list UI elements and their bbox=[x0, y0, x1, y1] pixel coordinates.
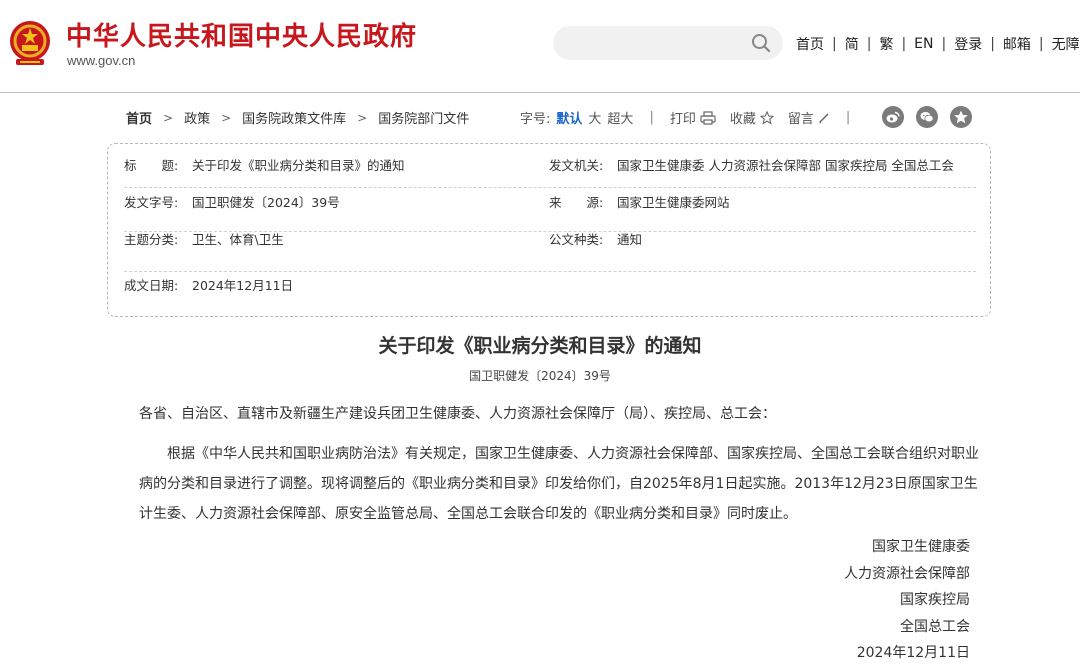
article-tools: 字号: 默认 大 超大 | 打印 收藏 留言 | bbox=[520, 108, 866, 127]
nav-simplified[interactable]: 简 bbox=[845, 34, 859, 54]
breadcrumb-policy-library[interactable]: 国务院政策文件库 bbox=[242, 108, 346, 127]
signature-issuer: 国家卫生健康委 bbox=[872, 539, 970, 555]
comment-button[interactable]: 留言 bbox=[788, 108, 830, 127]
breadcrumb-policy[interactable]: 政策 bbox=[184, 108, 210, 127]
nav-accessibility[interactable]: 无障碍 bbox=[1052, 34, 1080, 54]
font-size-default[interactable]: 默认 bbox=[556, 108, 582, 127]
breadcrumb-department-docs[interactable]: 国务院部门文件 bbox=[378, 108, 469, 127]
metadata-source: 来 源: 国家卫生健康委网站 bbox=[549, 189, 730, 217]
nav-separator: | bbox=[832, 36, 837, 52]
metadata-value: 通知 bbox=[617, 232, 643, 247]
metadata-docno: 发文字号: 国卫职健发〔2024〕39号 bbox=[124, 189, 340, 217]
metadata-label: 成文日期: bbox=[124, 278, 179, 293]
star-icon bbox=[759, 110, 774, 125]
metadata-label: 主题分类: bbox=[124, 232, 179, 247]
metadata-label: 标 题: bbox=[124, 158, 179, 173]
printer-icon bbox=[700, 110, 716, 125]
site-url[interactable]: www.gov.cn bbox=[67, 53, 135, 68]
metadata-value: 国卫职健发〔2024〕39号 bbox=[192, 195, 340, 210]
search-icon[interactable] bbox=[751, 33, 771, 53]
metadata-topic: 主题分类: 卫生、体育\卫生 bbox=[124, 226, 284, 254]
article-docno: 国卫职健发〔2024〕39号 bbox=[469, 369, 611, 383]
metadata-value: 关于印发《职业病分类和目录》的通知 bbox=[192, 158, 405, 173]
breadcrumb-home[interactable]: 首页 bbox=[126, 108, 152, 127]
site-header: 中华人民共和国中央人民政府 www.gov.cn 首页 | 简 | 繁 | EN… bbox=[0, 0, 1080, 93]
top-nav: 首页 | 简 | 繁 | EN | 登录 | 邮箱 | 无障碍 bbox=[796, 34, 1080, 54]
nav-separator: | bbox=[1038, 36, 1044, 52]
metadata-type: 公文种类: 通知 bbox=[549, 226, 642, 254]
font-size-large[interactable]: 大 bbox=[588, 108, 601, 127]
metadata-row: 标 题: 关于印发《职业病分类和目录》的通知 发文机关: 国家卫生健康委 人力资源社… bbox=[124, 152, 976, 188]
metadata-title: 标 题: 关于印发《职业病分类和目录》的通知 bbox=[124, 152, 405, 180]
article-salutation: 各省、自治区、直辖市及新疆生产建设兵团卫生健康委、人力资源社会保障厅（局）、疾控… bbox=[139, 406, 776, 422]
nav-separator: | bbox=[901, 36, 907, 52]
site-title[interactable]: 中华人民共和国中央人民政府 bbox=[66, 22, 417, 52]
weibo-share-icon[interactable] bbox=[882, 106, 904, 128]
chevron-right-icon: > bbox=[221, 110, 232, 125]
signature-date: 2024年12月11日 bbox=[856, 645, 970, 661]
nav-traditional[interactable]: 繁 bbox=[879, 34, 893, 54]
metadata-divider bbox=[124, 187, 976, 188]
print-label: 打印 bbox=[669, 112, 696, 127]
metadata-row: 主题分类: 卫生、体育\卫生 公文种类: 通知 bbox=[124, 226, 976, 262]
wechat-icon bbox=[920, 112, 934, 123]
comment-label: 留言 bbox=[787, 112, 814, 127]
metadata-value: 2024年12月11日 bbox=[192, 278, 294, 293]
font-size-label: 字号: bbox=[520, 112, 551, 127]
nav-login[interactable]: 登录 bbox=[954, 34, 982, 54]
tools-separator: | bbox=[845, 110, 851, 125]
breadcrumb: 首页 > 政策 > 国务院政策文件库 > 国务院部门文件 bbox=[126, 108, 469, 128]
metadata-date: 成文日期: 2024年12月11日 bbox=[124, 272, 293, 300]
nav-home[interactable]: 首页 bbox=[796, 34, 824, 54]
metadata-value: 卫生、体育\卫生 bbox=[192, 232, 284, 247]
signature-issuer: 全国总工会 bbox=[900, 618, 970, 635]
favorite-button[interactable]: 收藏 bbox=[730, 108, 774, 127]
search-input[interactable] bbox=[553, 26, 783, 60]
pencil-icon bbox=[819, 113, 829, 123]
metadata-issuer: 发文机关: 国家卫生健康委 人力资源社会保障部 国家疾控局 全国总工会 bbox=[549, 152, 954, 180]
nav-separator: | bbox=[941, 36, 947, 52]
nav-separator: | bbox=[866, 36, 872, 52]
signature-issuer: 人力资源社会保障部 bbox=[844, 565, 970, 582]
nav-english[interactable]: EN bbox=[914, 36, 933, 52]
metadata-label: 发文字号: bbox=[124, 195, 179, 210]
nav-separator: | bbox=[990, 36, 995, 52]
favorites-share-icon[interactable] bbox=[950, 106, 972, 128]
print-button[interactable]: 打印 bbox=[670, 108, 716, 127]
star-icon bbox=[954, 110, 968, 124]
metadata-label: 公文种类: bbox=[549, 232, 604, 247]
weibo-icon bbox=[886, 111, 900, 123]
metadata-label: 发文机关: bbox=[549, 158, 604, 173]
signature-issuer: 国家疾控局 bbox=[900, 592, 970, 608]
metadata-row: 成文日期: 2024年12月11日 bbox=[124, 272, 976, 308]
metadata-row: 发文字号: 国卫职健发〔2024〕39号 来 源: 国家卫生健康委网站 bbox=[124, 189, 976, 225]
tools-separator: | bbox=[649, 110, 654, 125]
wechat-share-icon[interactable] bbox=[916, 106, 938, 128]
article-title: 关于印发《职业病分类和目录》的通知 bbox=[378, 335, 702, 357]
metadata-value: 国家卫生健康委 人力资源社会保障部 国家疾控局 全国总工会 bbox=[617, 158, 954, 173]
metadata-value: 国家卫生健康委网站 bbox=[617, 195, 730, 210]
chevron-right-icon: > bbox=[357, 110, 368, 125]
metadata-label: 来 源: bbox=[549, 195, 604, 210]
nav-mail[interactable]: 邮箱 bbox=[1003, 34, 1031, 54]
national-emblem-icon[interactable] bbox=[8, 19, 52, 67]
font-size-xlarge[interactable]: 超大 bbox=[607, 108, 633, 127]
favorite-label: 收藏 bbox=[729, 112, 756, 127]
article-body: 根据《中华人民共和国职业病防治法》有关规定，国家卫生健康委、人力资源社会保障部、… bbox=[139, 446, 979, 522]
document-metadata: 标 题: 关于印发《职业病分类和目录》的通知 发文机关: 国家卫生健康委 人力资源社… bbox=[107, 143, 991, 317]
chevron-right-icon: > bbox=[163, 110, 174, 125]
